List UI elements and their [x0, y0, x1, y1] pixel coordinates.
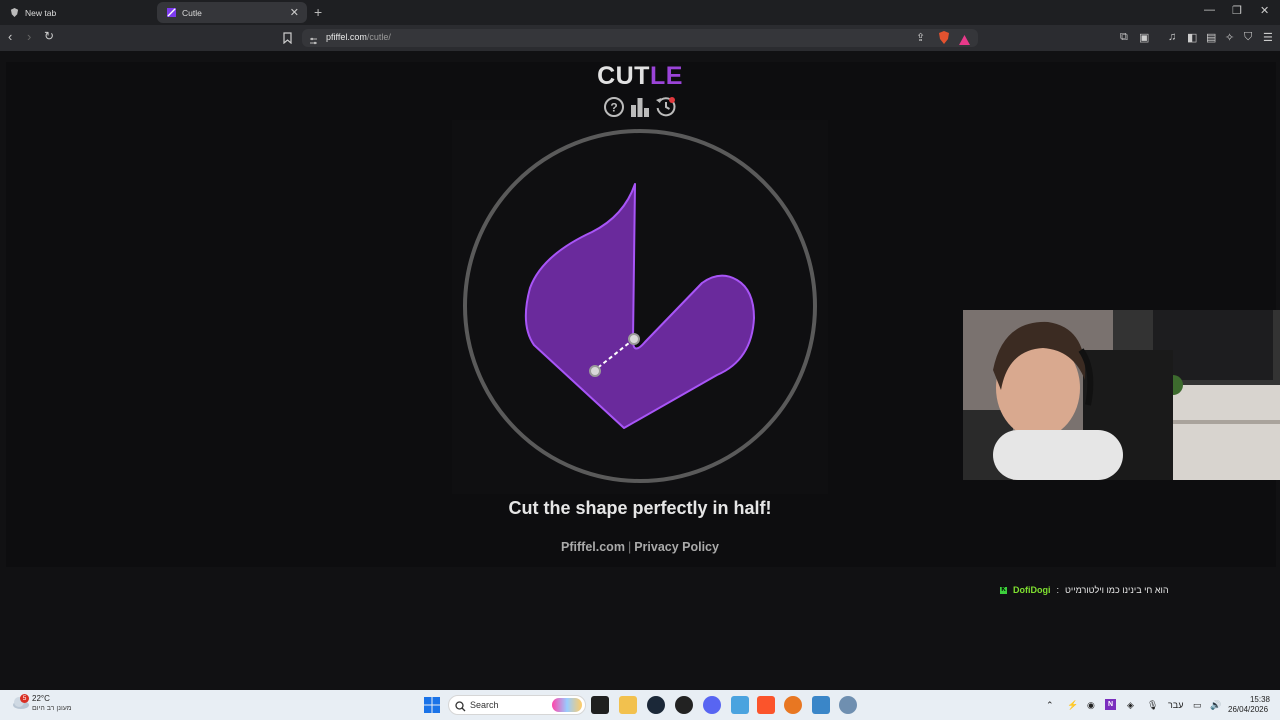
wallet-icon[interactable]: ▤ — [1206, 31, 1216, 44]
extensions-icon[interactable]: ⧉ — [1120, 31, 1128, 44]
chat-username: DofiDogi — [1013, 585, 1051, 595]
chat-message: K DofiDogi : הוא חי בינינו כמו וילטורמיי… — [1000, 585, 1169, 595]
tab-label: Cutle — [182, 7, 202, 18]
brave-shields-icon[interactable] — [938, 31, 950, 49]
weather-desc: מעונן רב היום — [32, 705, 72, 712]
cut-handle-start[interactable] — [628, 333, 640, 345]
cut-handle-end[interactable] — [589, 365, 601, 377]
footer-separator: | — [627, 540, 632, 554]
vpn-icon[interactable]: ⛉ — [1244, 31, 1252, 44]
windows-start-icon[interactable] — [424, 697, 440, 718]
search-highlight-icon — [552, 698, 582, 712]
tray-icon-1[interactable]: ⚡ — [1067, 700, 1078, 711]
search-label: Search — [470, 700, 499, 710]
file-explorer-icon[interactable] — [619, 696, 637, 714]
webcam-overlay — [963, 310, 1280, 480]
brave-icon[interactable] — [757, 696, 775, 714]
weather-temp: 22°C — [32, 694, 50, 703]
cutle-favicon-icon — [167, 8, 176, 17]
tab-cutle[interactable]: Cutle ✕ — [157, 2, 307, 23]
sidebar-icon[interactable]: ◧ — [1187, 31, 1197, 44]
steam-icon[interactable] — [647, 696, 665, 714]
volume-icon[interactable]: 🔊 — [1210, 700, 1221, 711]
url-text: pfiffel.com/cutle/ — [326, 32, 391, 42]
kick-icon: K — [1000, 586, 1007, 594]
tray-icon-2[interactable]: ◉ — [1087, 700, 1095, 711]
maximize-icon[interactable]: ❐ — [1232, 4, 1242, 17]
game-canvas[interactable] — [452, 120, 828, 494]
history-icon[interactable] — [655, 96, 677, 118]
game-title: CUTLE — [597, 62, 683, 90]
app-icon-4[interactable] — [675, 696, 693, 714]
settings-icon[interactable] — [839, 696, 857, 714]
tab-new-tab[interactable]: New tab — [0, 2, 155, 23]
footer-links: Pfiffel.com | Privacy Policy — [440, 540, 840, 554]
instruction-text: Cut the shape perfectly in half! — [508, 498, 772, 518]
bookmark-icon[interactable] — [283, 31, 292, 49]
menu-icon[interactable]: ☰ — [1263, 31, 1273, 44]
app-icon-6[interactable] — [731, 696, 749, 714]
pfiffel-link[interactable]: Pfiffel.com — [561, 540, 625, 554]
language-indicator[interactable]: עבר — [1168, 700, 1183, 710]
target-shape — [524, 183, 755, 429]
monitor-icon[interactable]: ▭ — [1193, 700, 1202, 711]
boundary-ring — [463, 129, 817, 483]
tab-label: New tab — [25, 7, 57, 18]
new-tab-button[interactable]: + — [314, 4, 322, 20]
app-icon-8[interactable] — [784, 696, 802, 714]
task-view-icon[interactable] — [591, 696, 609, 714]
leo-ai-icon[interactable]: ✧ — [1225, 31, 1234, 44]
address-bar[interactable] — [302, 29, 978, 47]
search-icon — [455, 699, 466, 717]
svg-text:?: ? — [610, 101, 617, 115]
app-icon-9[interactable] — [812, 696, 830, 714]
site-info-icon[interactable] — [309, 33, 318, 51]
microphone-icon[interactable]: 🎙 — [1147, 700, 1158, 711]
tray-icon-3[interactable]: ◈ — [1127, 700, 1134, 711]
stats-icon[interactable] — [629, 96, 651, 118]
discord-icon[interactable] — [703, 696, 721, 714]
media-icon[interactable]: ♫ — [1168, 31, 1176, 43]
forward-icon[interactable]: › — [27, 29, 31, 44]
shield-icon — [10, 8, 19, 17]
brave-rewards-icon[interactable] — [959, 32, 970, 50]
onenote-icon[interactable]: N — [1105, 699, 1116, 710]
back-icon[interactable]: ‹ — [8, 29, 12, 44]
weather-badge: 5 — [20, 694, 29, 703]
close-tab-icon[interactable]: ✕ — [290, 6, 299, 19]
share-icon[interactable]: ⇪ — [916, 31, 925, 44]
reload-icon[interactable]: ↻ — [44, 29, 54, 43]
minimize-icon[interactable]: — — [1204, 4, 1215, 16]
tray-chevron-icon[interactable]: ⌃ — [1046, 700, 1054, 711]
close-window-icon[interactable]: ✕ — [1260, 4, 1269, 17]
chat-text: הוא חי בינינו כמו וילטורמייט — [1065, 585, 1169, 595]
clock-time[interactable]: 15:38 — [1244, 695, 1270, 704]
privacy-policy-link[interactable]: Privacy Policy — [634, 540, 719, 554]
help-icon[interactable]: ? — [603, 96, 625, 118]
translate-icon[interactable]: ▣ — [1139, 31, 1149, 44]
clock-date[interactable]: 26/04/2026 — [1228, 705, 1268, 714]
chat-separator: : — [1056, 585, 1060, 595]
